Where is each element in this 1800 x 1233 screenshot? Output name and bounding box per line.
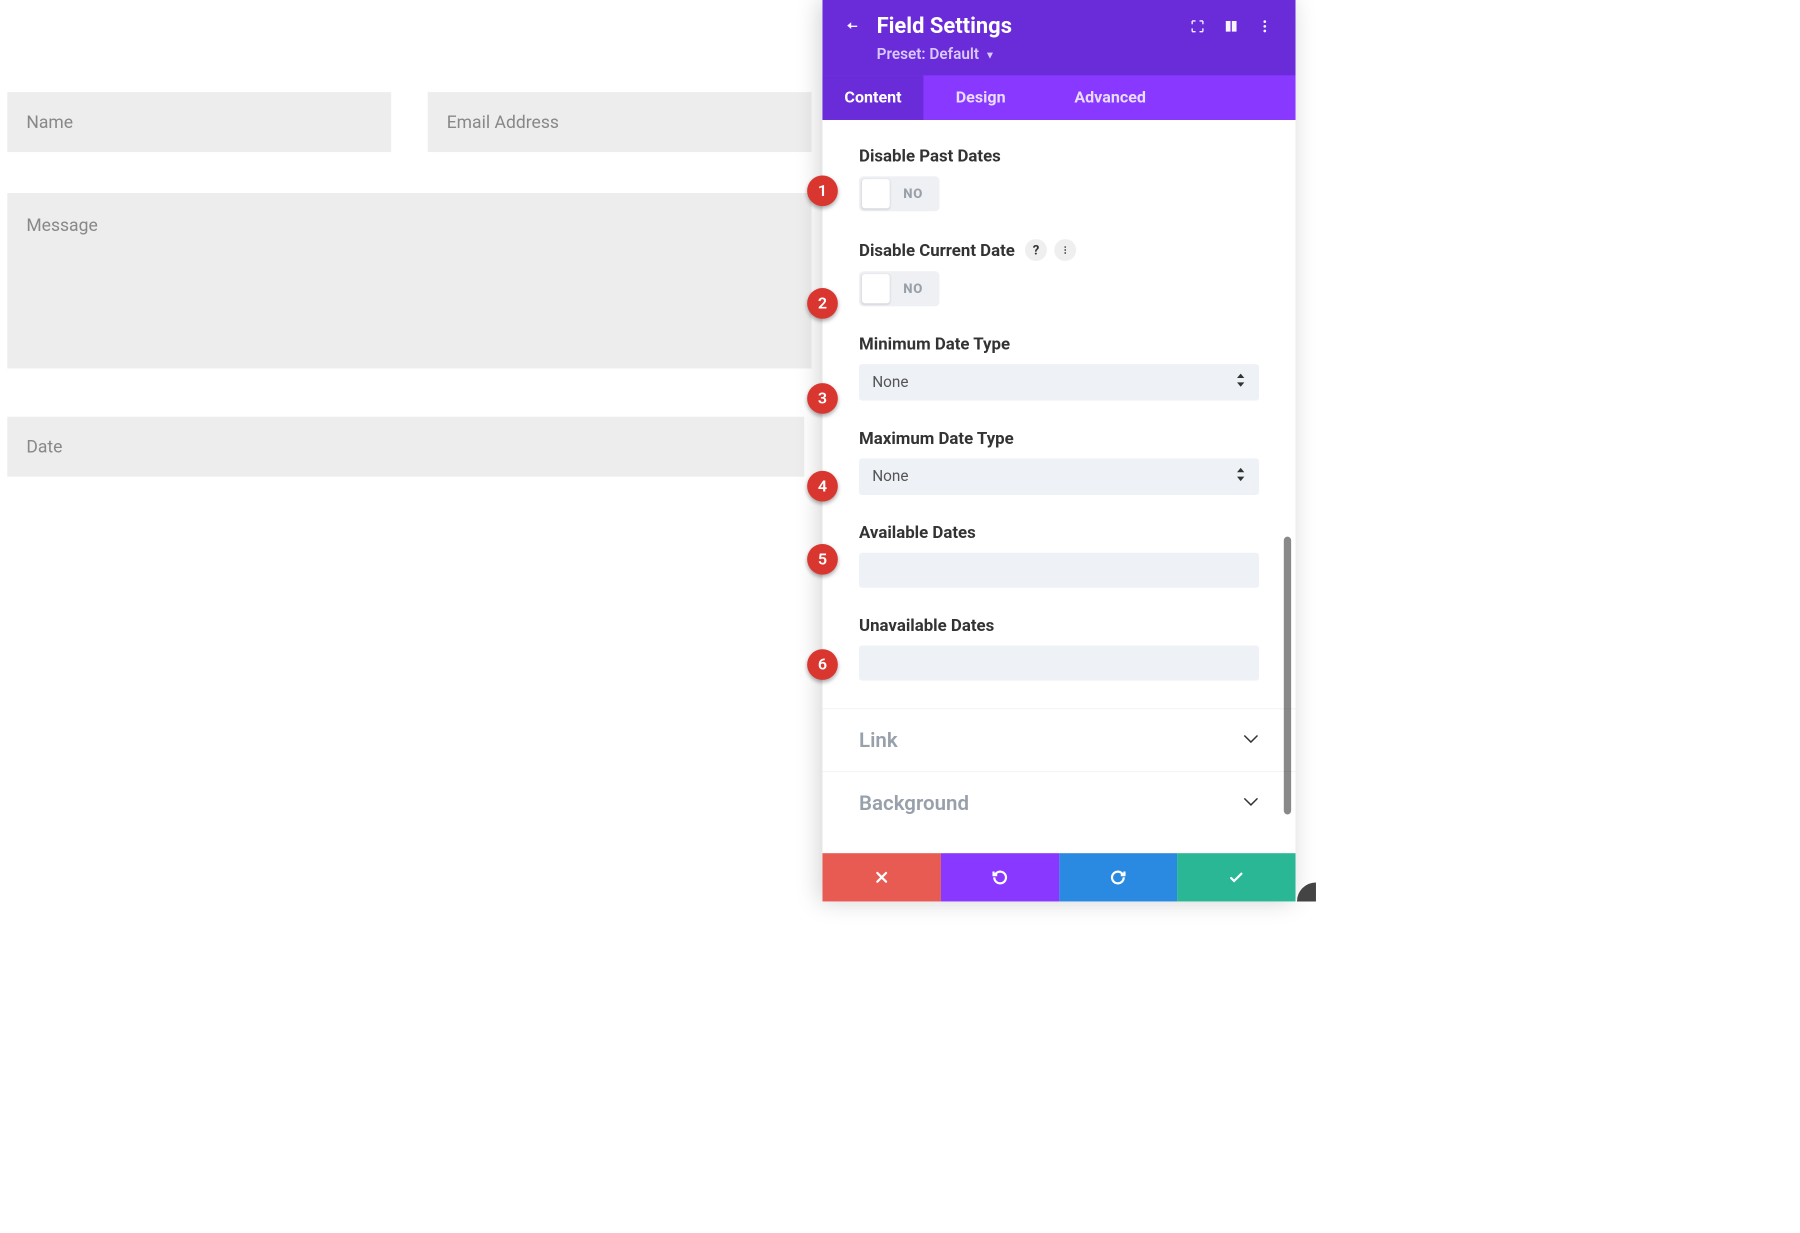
panel-header: Field Settings Preset: Default ▼ Content… — [822, 0, 1295, 120]
sort-icon — [1236, 374, 1246, 392]
more-icon[interactable] — [1255, 16, 1275, 36]
form-preview: Name Email Address Message Date — [7, 92, 811, 477]
annotation-badge-4: 4 — [807, 471, 838, 502]
annotation-badge-2: 2 — [807, 288, 838, 319]
input-unavailable-dates[interactable] — [859, 646, 1259, 681]
preset-label: Preset: Default — [877, 46, 979, 64]
opt-disable-current: Disable Current Date ? NO — [859, 239, 1259, 306]
select-value: None — [872, 374, 908, 392]
opt-disable-past-label: Disable Past Dates — [859, 146, 1259, 166]
panel-footer — [822, 853, 1295, 901]
caret-down-icon: ▼ — [985, 49, 995, 61]
accordion-background-label: Background — [859, 791, 969, 815]
opt-max-date-type-label: Maximum Date Type — [859, 428, 1259, 448]
name-field[interactable]: Name — [7, 92, 391, 152]
date-placeholder: Date — [26, 436, 62, 456]
message-placeholder: Message — [26, 215, 97, 235]
accordions: Link Background — [822, 708, 1295, 834]
tab-content[interactable]: Content — [822, 75, 923, 120]
name-placeholder: Name — [26, 112, 73, 132]
annotation-badge-5: 5 — [807, 544, 838, 575]
opt-disable-current-label: Disable Current Date — [859, 240, 1015, 260]
tab-design[interactable]: Design — [924, 75, 1038, 120]
options-icon[interactable] — [1054, 239, 1076, 261]
annotation-badge-1: 1 — [807, 175, 838, 206]
redo-button[interactable] — [1059, 853, 1177, 901]
scrollbar[interactable] — [1284, 537, 1291, 815]
select-min-date-type[interactable]: None — [859, 364, 1259, 401]
toggle-state: NO — [890, 281, 937, 296]
chevron-down-icon — [1243, 796, 1259, 810]
accordion-background[interactable]: Background — [822, 772, 1295, 834]
toggle-disable-past[interactable]: NO — [859, 176, 939, 211]
tab-advanced[interactable]: Advanced — [1038, 75, 1168, 120]
undo-button[interactable] — [941, 853, 1059, 901]
settings-panel: Field Settings Preset: Default ▼ Content… — [822, 0, 1295, 901]
toggle-knob — [862, 274, 890, 303]
sort-icon — [1236, 468, 1246, 486]
panel-tabs: Content Design Advanced — [822, 75, 1295, 120]
toggle-knob — [862, 179, 890, 208]
annotation-badge-3: 3 — [807, 383, 838, 414]
annotation-badge-6: 6 — [807, 649, 838, 680]
opt-unavailable-dates-label: Unavailable Dates — [859, 616, 1259, 636]
opt-max-date-type: Maximum Date Type None — [859, 428, 1259, 495]
expand-icon[interactable] — [1187, 16, 1207, 36]
back-icon[interactable] — [843, 16, 863, 36]
accordion-link[interactable]: Link — [822, 709, 1295, 771]
cancel-button[interactable] — [822, 853, 940, 901]
preset-selector[interactable]: Preset: Default ▼ — [822, 46, 1295, 75]
input-available-dates[interactable] — [859, 553, 1259, 588]
opt-min-date-type-label: Minimum Date Type — [859, 334, 1259, 354]
opt-available-dates: Available Dates — [859, 523, 1259, 588]
email-placeholder: Email Address — [447, 112, 559, 132]
toggle-disable-current[interactable]: NO — [859, 271, 939, 306]
help-icon[interactable]: ? — [1025, 239, 1047, 261]
toggle-state: NO — [890, 186, 937, 201]
message-field[interactable]: Message — [7, 193, 811, 368]
select-value: None — [872, 468, 908, 486]
columns-icon[interactable] — [1221, 16, 1241, 36]
resize-handle[interactable] — [1297, 882, 1316, 901]
email-field[interactable]: Email Address — [428, 92, 812, 152]
accordion-link-label: Link — [859, 728, 898, 752]
opt-available-dates-label: Available Dates — [859, 523, 1259, 543]
select-max-date-type[interactable]: None — [859, 458, 1259, 495]
opt-unavailable-dates: Unavailable Dates — [859, 616, 1259, 681]
chevron-down-icon — [1243, 733, 1259, 747]
panel-title: Field Settings — [877, 13, 1012, 39]
opt-disable-past: Disable Past Dates NO — [859, 146, 1259, 211]
panel-body: Disable Past Dates NO Disable Current Da… — [822, 120, 1295, 853]
date-field[interactable]: Date — [7, 417, 804, 477]
save-button[interactable] — [1177, 853, 1295, 901]
opt-min-date-type: Minimum Date Type None — [859, 334, 1259, 401]
